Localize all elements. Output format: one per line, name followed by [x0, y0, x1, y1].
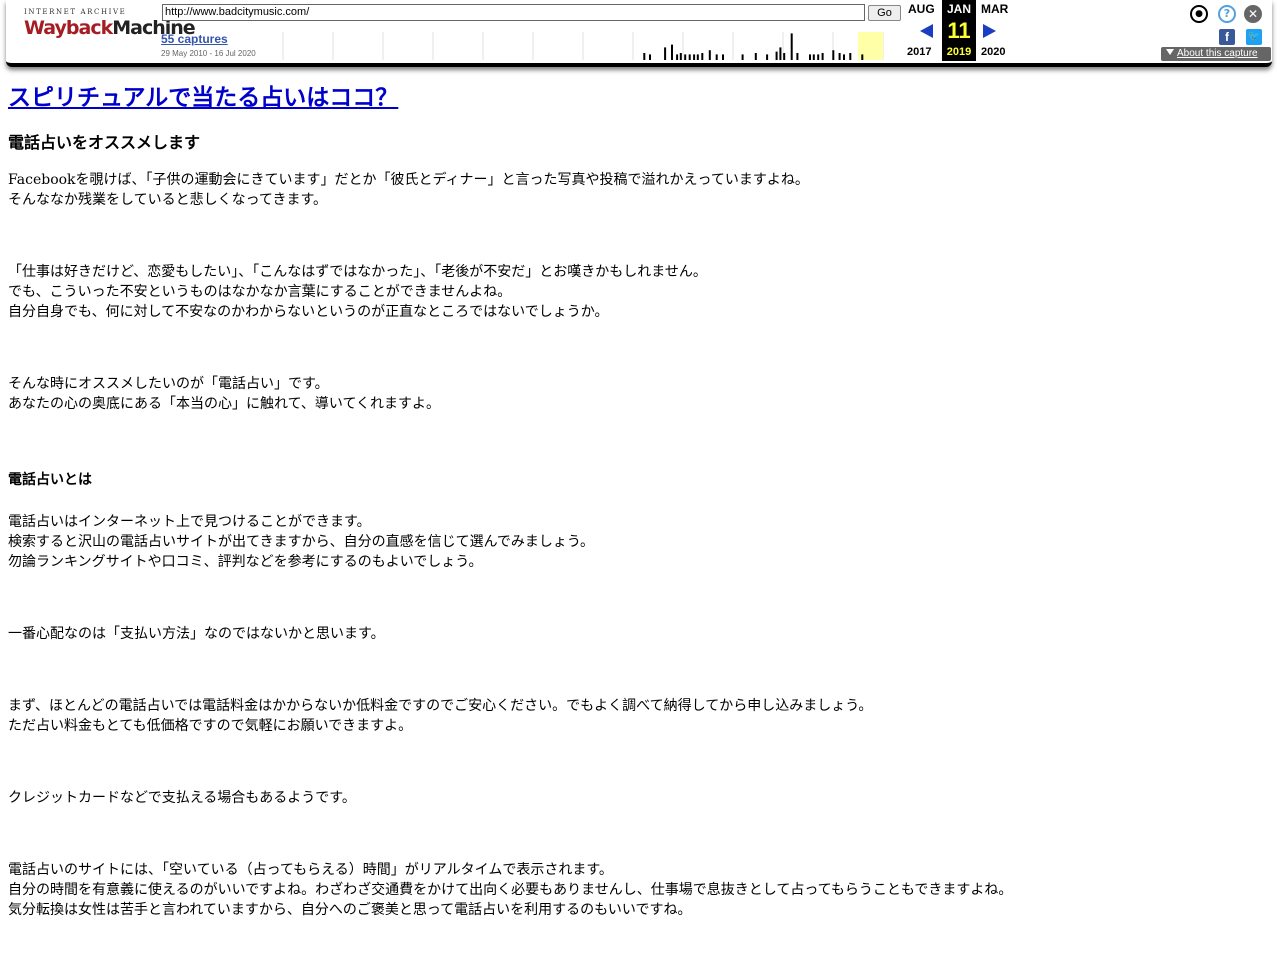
internet-archive-label: INTERNET ARCHIVE: [24, 8, 127, 16]
sparkline-grid: [282, 32, 884, 60]
sparkline-capture-bar: [809, 54, 811, 60]
sparkline-capture-bar: [849, 53, 852, 60]
sparkline-capture-bar: [783, 53, 786, 60]
chevron-down-icon: [1166, 49, 1174, 55]
paragraph-line: 検索すると沢山の電話占いサイトが出てきますから、自分の直感を信じて選んでみましょ…: [8, 534, 595, 550]
user-icon[interactable]: ●: [1190, 5, 1208, 23]
sparkline-capture-bar: [679, 53, 682, 60]
current-day-label: 11: [947, 18, 971, 43]
page-title-link[interactable]: スピリチュアルで当たる占いはココ？: [8, 82, 1272, 114]
paragraph-line: あなたの心の奥底にある「本当の心」に触れて、導いてくれますよ。: [8, 396, 441, 412]
sparkline-capture-bar: [676, 54, 679, 60]
paragraph-credit-card: クレジットカードなどで支払える場合もあるようです。: [8, 788, 1272, 808]
paragraph-line: まず、ほとんどの電話占いでは電話料金はかからないか低料金ですのでご安心ください。…: [8, 698, 873, 714]
captures-link[interactable]: 55 captures: [161, 32, 228, 46]
next-capture-arrow-icon[interactable]: [983, 24, 996, 38]
paragraph-find-online: 電話占いはインターネット上で見つけることができます。 検索すると沢山の電話占いサ…: [8, 512, 1272, 572]
prev-capture-arrow-icon[interactable]: [920, 24, 933, 38]
wayback-toolbar: INTERNET ARCHIVE WaybackMachine Go 55 ca…: [6, 0, 1272, 67]
paragraph-line: 気分転換は女性は苦手と言われていますから、自分へのご褒美と思って電話占いを利用す…: [8, 902, 692, 918]
paragraph-payment-worry: 一番心配なのは「支払い方法」なのではないかと思います。: [8, 624, 1272, 644]
sparkline-capture-bar: [708, 50, 711, 60]
captures-sparkline[interactable]: [276, 32, 906, 60]
sparkline-capture-bar: [812, 54, 815, 60]
sparkline-capture-bar: [861, 54, 864, 60]
sparkline-capture-bar: [741, 54, 744, 60]
sparkline-capture-bar: [701, 53, 704, 60]
wayback-logo[interactable]: INTERNET ARCHIVE WaybackMachine: [24, 8, 196, 48]
paragraph-line: 勿論ランキングサイトや口コミ、評判などを参考にするのもよいでしょう。: [8, 554, 483, 570]
url-input[interactable]: [162, 4, 865, 21]
sparkline-capture-bar: [696, 54, 699, 60]
paragraph-line: 自分の時間を有意義に使えるのがいいですよね。わざわざ交通費をかけて出向く必要もあ…: [8, 882, 1013, 898]
capture-date-range: 29 May 2010 - 16 Jul 2020: [161, 49, 256, 58]
sparkline-capture-bar: [838, 53, 841, 60]
page-content: スピリチュアルで当たる占いはココ？ 電話占いをオススメします Facebookを…: [8, 82, 1272, 920]
sparkline-capture-bar: [821, 53, 824, 60]
paragraph-recommend: そんな時にオススメしたいのが「電話占い」です。 あなたの心の奥底にある「本当の心…: [8, 374, 1272, 414]
paragraph-line: そんな時にオススメしたいのが「電話占い」です。: [8, 376, 329, 392]
paragraph-line: Facebookを覗けば、「子供の運動会にきています」だとか「彼氏とディナー」と…: [8, 172, 809, 188]
paragraph-line: クレジットカードなどで支払える場合もあるようです。: [8, 790, 356, 806]
paragraph-intro: Facebookを覗けば、「子供の運動会にきています」だとか「彼氏とディナー」と…: [8, 170, 1272, 210]
paragraph-realtime: 電話占いのサイトには、「空いている（占ってもらえる）時間」がリアルタイムで表示さ…: [8, 860, 1272, 920]
sparkline-capture-bar: [796, 53, 799, 60]
next-month-label[interactable]: MAR: [981, 2, 1008, 16]
sparkline-capture-bar: [843, 54, 845, 60]
page-subtitle: 電話占いをオススメします: [8, 133, 201, 152]
prev-year-label[interactable]: 2017: [907, 46, 931, 58]
sparkline-capture-bar: [790, 33, 793, 60]
paragraph-line: 電話占いはインターネット上で見つけることができます。: [8, 514, 371, 530]
sparkline-capture-bar: [817, 54, 820, 60]
sparkline-capture-bar: [684, 54, 687, 60]
paragraph-line: 電話占いのサイトには、「空いている（占ってもらえる）時間」がリアルタイムで表示さ…: [8, 862, 613, 878]
sparkline-capture-bar: [664, 47, 667, 60]
sparkline-capture-bar: [832, 50, 835, 60]
about-this-capture-button[interactable]: About this capture: [1161, 47, 1271, 61]
paragraph-fees: まず、ほとんどの電話占いでは電話料金はかからないか低料金ですのでご安心ください。…: [8, 696, 1272, 736]
sparkline-capture-bar: [671, 44, 673, 60]
current-month-label: JAN: [946, 2, 971, 16]
paragraph-line: でも、こういった不安というものはなかなか言葉にすることができませんよね。: [8, 284, 512, 300]
twitter-icon[interactable]: 🐦: [1246, 29, 1262, 45]
sparkline-capture-bar: [693, 54, 696, 60]
sparkline-capture-bar: [715, 54, 718, 60]
sparkline-capture-bar: [722, 54, 724, 60]
sparkline-capture-bar: [643, 53, 646, 60]
sparkline-capture-bar: [754, 53, 757, 60]
sparkline-bars: [643, 33, 864, 60]
help-icon[interactable]: ?: [1218, 5, 1236, 23]
paragraph-line: 一番心配なのは「支払い方法」なのではないかと思います。: [8, 626, 385, 642]
next-year-label[interactable]: 2020: [981, 46, 1005, 58]
sparkline-capture-bar: [766, 54, 769, 60]
sparkline-capture-bar: [688, 54, 691, 60]
wayback-machine-wordmark: WaybackMachine: [24, 17, 196, 39]
sparkline-capture-bar: [649, 54, 651, 60]
paragraph-line: ただ占い料金もとても低価格ですので気軽にお願いできますよ。: [8, 718, 413, 734]
facebook-icon[interactable]: f: [1219, 29, 1235, 45]
current-year-label: 2019: [946, 46, 972, 58]
go-button[interactable]: Go: [868, 5, 901, 21]
paragraph-line: 自分自身でも、何に対して不安なのかわからないというのが正直なところではないでしょ…: [8, 304, 609, 320]
section-heading: 電話占いとは: [8, 472, 92, 488]
sparkline-capture-bar: [775, 51, 778, 60]
sparkline-capture-bar: [779, 47, 782, 60]
paragraph-worries: 「仕事は好きだけど、恋愛もしたい」、「こんなはずではなかった」、「老後が不安だ」…: [8, 262, 1272, 322]
close-icon[interactable]: ✕: [1244, 5, 1262, 23]
paragraph-line: そんななか残業をしていると悲しくなってきます。: [8, 192, 328, 208]
prev-month-label[interactable]: AUG: [908, 2, 935, 16]
paragraph-line: 「仕事は好きだけど、恋愛もしたい」、「こんなはずではなかった」、「老後が不安だ」…: [8, 264, 707, 280]
